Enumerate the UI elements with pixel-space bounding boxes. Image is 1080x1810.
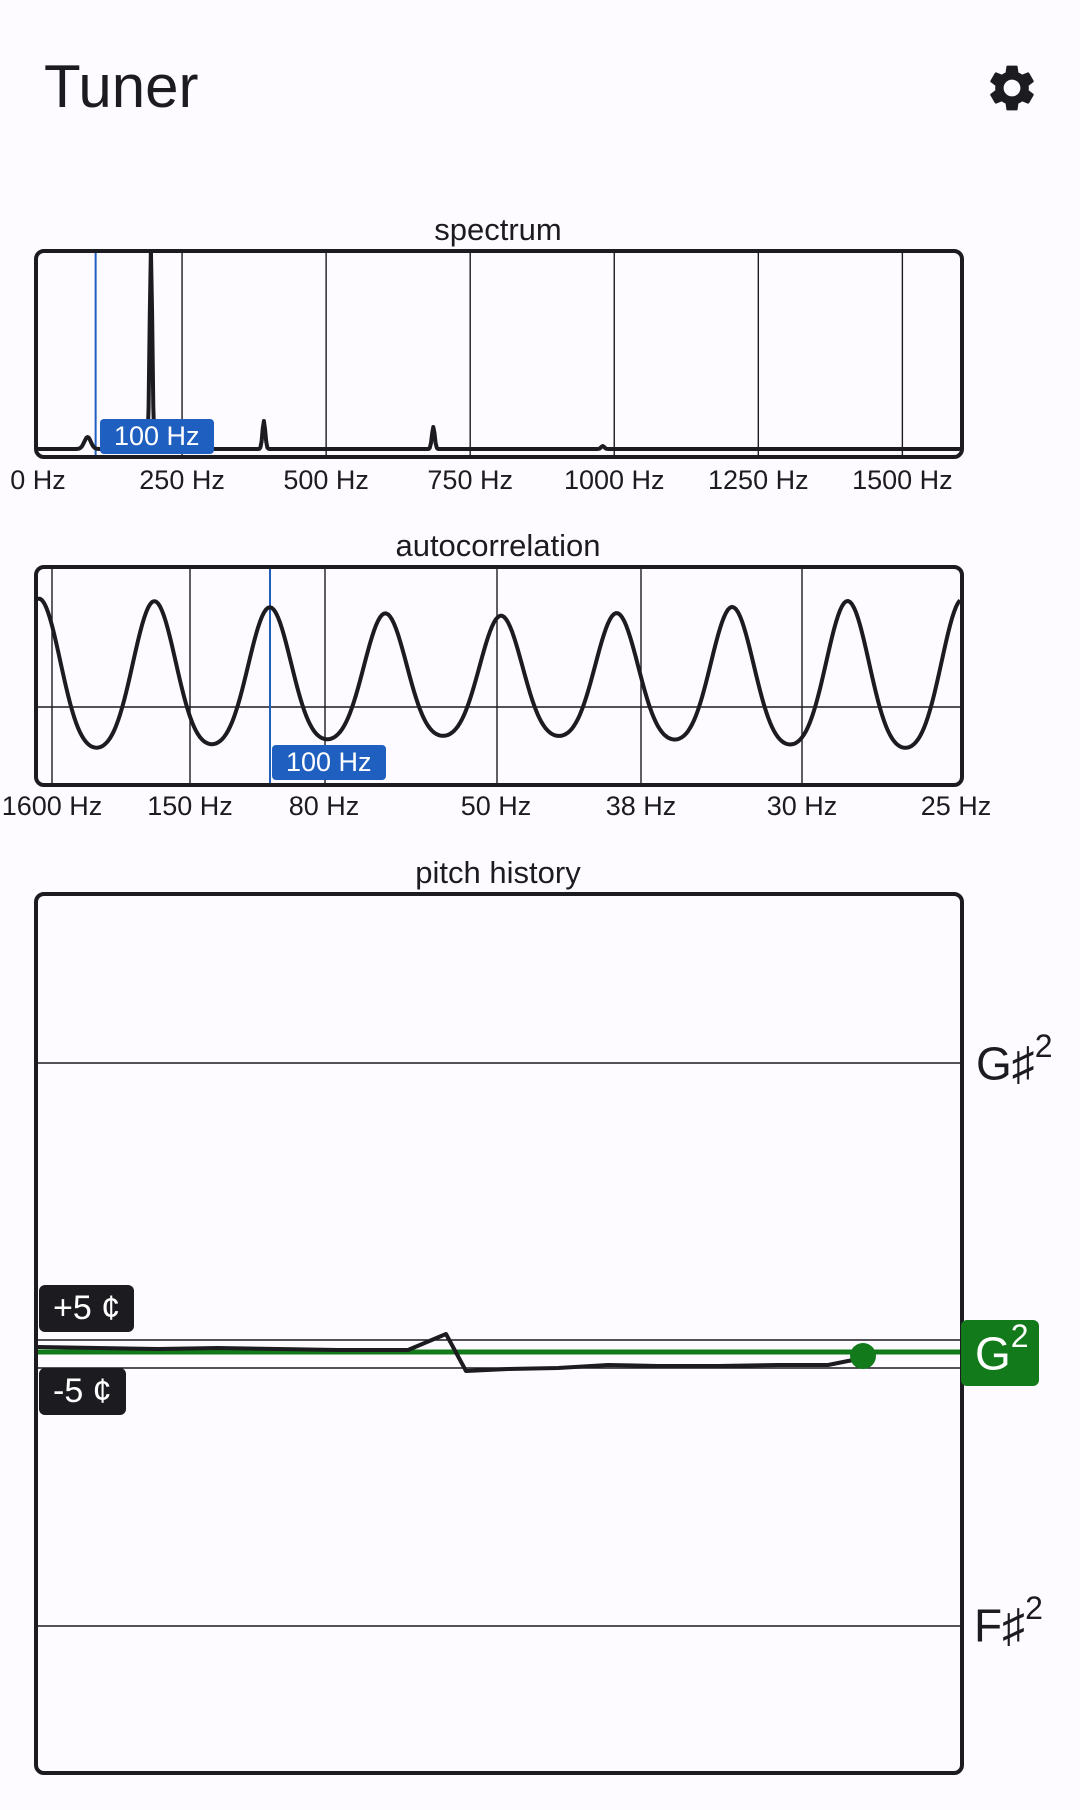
current-note-badge: G2 bbox=[961, 1318, 1039, 1387]
plus-cents-label: +5 ¢ bbox=[39, 1285, 135, 1332]
autocorrelation-graph bbox=[38, 569, 960, 783]
autocorrelation-tick-label: 1600 Hz bbox=[1, 791, 103, 821]
app-title: Tuner bbox=[44, 53, 199, 120]
spectrum-marker-label[interactable]: 100 Hz bbox=[100, 419, 214, 454]
spectrum-tick-label: 250 Hz bbox=[139, 465, 225, 495]
spectrum-tick-label: 750 Hz bbox=[427, 465, 513, 495]
autocorrelation-title: autocorrelation bbox=[395, 528, 601, 563]
spectrum-plot[interactable]: 100 Hz bbox=[34, 249, 964, 459]
spectrum-tick-label: 0 Hz bbox=[10, 465, 66, 495]
spectrum-title: spectrum bbox=[434, 212, 562, 247]
autocorrelation-tick-label: 25 Hz bbox=[920, 791, 992, 821]
autocorrelation-tick-label: 80 Hz bbox=[288, 791, 360, 821]
pitch-history-plot[interactable] bbox=[34, 892, 964, 1775]
spectrum-tick-label: 1250 Hz bbox=[708, 465, 809, 495]
minus-cents-label: -5 ¢ bbox=[39, 1368, 126, 1415]
autocorrelation-plot[interactable]: 100 Hz bbox=[34, 565, 964, 787]
autocorrelation-tick-label: 30 Hz bbox=[766, 791, 838, 821]
pitch-history-graph bbox=[38, 1062, 960, 1627]
note-below-label: F♯2 bbox=[974, 1590, 1043, 1652]
autocorrelation-tick-label: 38 Hz bbox=[605, 791, 677, 821]
spectrum-tick-label: 500 Hz bbox=[283, 465, 369, 495]
pitch-history-title: pitch history bbox=[415, 855, 581, 890]
autocorrelation-marker-label[interactable]: 100 Hz bbox=[272, 745, 386, 780]
current-pitch-dot bbox=[850, 1343, 876, 1369]
settings-button[interactable] bbox=[980, 56, 1044, 120]
spectrum-tick-label: 1000 Hz bbox=[563, 465, 665, 495]
note-above-label: G♯2 bbox=[976, 1028, 1053, 1090]
autocorrelation-line bbox=[38, 596, 960, 750]
autocorrelation-tick-label: 50 Hz bbox=[460, 791, 532, 821]
autocorrelation-tick-label: 150 Hz bbox=[147, 791, 233, 821]
spectrum-tick-label: 1500 Hz bbox=[852, 465, 953, 495]
gear-icon bbox=[990, 65, 1034, 111]
